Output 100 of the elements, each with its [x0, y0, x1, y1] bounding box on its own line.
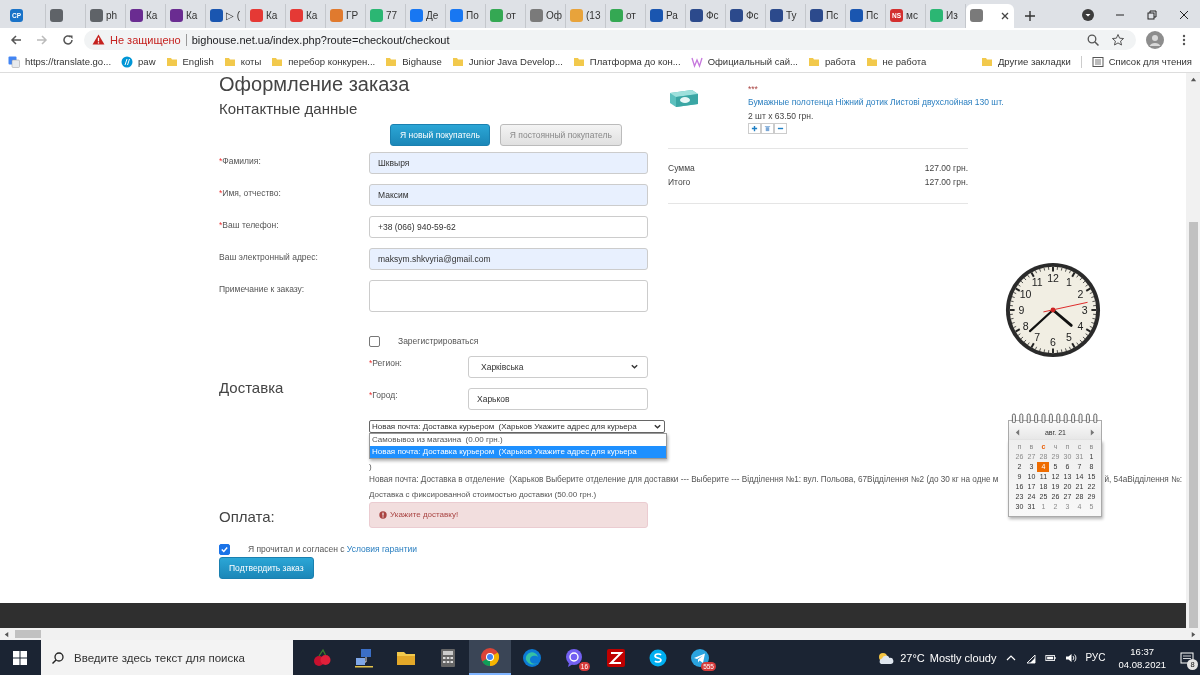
- field-label: Примечание к заказу:: [219, 282, 306, 296]
- input-field[interactable]: Максим: [369, 183, 648, 206]
- taskbar-date[interactable]: 04.08.2021: [1118, 657, 1166, 671]
- browser-tab[interactable]: от: [606, 3, 646, 28]
- total-label: Итого: [668, 175, 691, 189]
- dropdown-option[interactable]: Самовывоз из магазина (0.00 грн.): [370, 433, 666, 446]
- clock-numeral: 6: [1050, 335, 1056, 348]
- input-field[interactable]: Шквыря: [369, 151, 648, 174]
- input-field[interactable]: Харьков: [468, 387, 648, 410]
- checkbox[interactable]: [369, 335, 380, 347]
- total-label: Сумма: [668, 161, 695, 175]
- delivery-select[interactable]: Новая почта: Доставка курьером (Харьков Укажите адрес для курьера: [369, 419, 665, 433]
- weather-temperature[interactable]: 27°C: [900, 651, 925, 664]
- section-title: Оплата:: [219, 506, 276, 527]
- caret-icon[interactable]: [1081, 7, 1095, 22]
- scroll-up-icon[interactable]: [1189, 75, 1197, 83]
- notification-icon[interactable]: [1180, 650, 1194, 665]
- browser-tab[interactable]: Ра: [646, 3, 686, 28]
- chevron-icon: [630, 362, 639, 372]
- increase-button[interactable]: [748, 122, 761, 134]
- zoom-icon[interactable]: [1086, 32, 1100, 47]
- bookmark[interactable]: Junior Java Develop...: [451, 55, 563, 68]
- section-title: Доставка: [219, 377, 285, 398]
- new-tab-icon[interactable]: [1024, 9, 1036, 22]
- volume-icon[interactable]: [1065, 651, 1078, 664]
- reload-icon[interactable]: [61, 32, 75, 47]
- browser-tab[interactable]: Ту: [766, 3, 806, 28]
- browser-tab[interactable]: ▷ (: [206, 3, 246, 28]
- bookmark[interactable]: Другие закладки: [980, 55, 1071, 68]
- clock-numeral: 12: [1047, 272, 1059, 285]
- bookmark[interactable]: перебор конкурен...: [271, 55, 376, 68]
- bookmark[interactable]: Официальный сай...: [690, 55, 798, 68]
- browser-tab[interactable]: Пс: [846, 3, 886, 28]
- checkbox-label: Зарегистрироваться: [398, 336, 479, 347]
- delivery-option-text: й, 54аВідділення №:: [1104, 473, 1183, 486]
- note-field[interactable]: [369, 279, 648, 312]
- input-field[interactable]: +38 (066) 940-59-62: [369, 215, 648, 238]
- globe-icon: [121, 55, 134, 68]
- avatar-icon[interactable]: [1146, 30, 1164, 49]
- browser-tab[interactable]: [966, 3, 1014, 28]
- browser-tab[interactable]: Де: [406, 3, 446, 28]
- folder-icon: [165, 55, 178, 68]
- browser-tab[interactable]: Пс: [806, 3, 846, 28]
- browser-tab[interactable]: По: [446, 3, 486, 28]
- browser-tab[interactable]: Из: [926, 3, 966, 28]
- scroll-thumb[interactable]: [15, 630, 41, 638]
- scroll-left-icon[interactable]: [3, 630, 10, 638]
- scroll-thumb[interactable]: [1188, 221, 1198, 628]
- horizontal-scrollbar[interactable]: [0, 628, 1200, 640]
- browser-tab[interactable]: Ка: [246, 3, 286, 28]
- browser-tab[interactable]: от: [486, 3, 526, 28]
- browser-tab[interactable]: Ка: [286, 3, 326, 28]
- input-field[interactable]: maksym.shkvyria@gmail.com: [369, 247, 648, 270]
- browser-tab[interactable]: Фс: [686, 3, 726, 28]
- bookmark[interactable]: English: [165, 55, 214, 68]
- next-icon[interactable]: [1090, 428, 1096, 436]
- browser-tab[interactable]: Фс: [726, 3, 766, 28]
- reading-list[interactable]: Список для чтения: [1091, 55, 1192, 68]
- product-link[interactable]: Бумажные полотенца Ніжний дотик Листові двухслойная 130 шт.: [748, 96, 1004, 107]
- browser-tab[interactable]: 77: [366, 3, 406, 28]
- clock-numeral: 8: [1022, 319, 1029, 332]
- address-url[interactable]: bighouse.net.ua/index.php?route=checkout/checkout: [191, 33, 450, 46]
- bookmark[interactable]: коты: [223, 55, 262, 68]
- terms-link[interactable]: Условия гарантии: [346, 544, 418, 555]
- bookmark[interactable]: работа: [807, 55, 856, 68]
- list-icon: [1091, 55, 1104, 68]
- decrease-button[interactable]: [774, 122, 787, 134]
- bookmark[interactable]: не работа: [865, 55, 927, 68]
- browser-tab[interactable]: ph: [86, 3, 126, 28]
- restore-icon[interactable]: [1145, 7, 1159, 22]
- back-icon[interactable]: [9, 32, 23, 47]
- previous-icon[interactable]: [1015, 428, 1021, 436]
- taskbar-search-field[interactable]: Введите здесь текст для поиска: [41, 640, 293, 675]
- weather-text[interactable]: Mostly cloudy: [929, 651, 997, 664]
- star-icon[interactable]: [1111, 32, 1125, 47]
- region-select[interactable]: Харківська: [468, 355, 648, 378]
- bookmark[interactable]: Платформа до кон...: [572, 55, 681, 68]
- language-indicator[interactable]: РУС: [1085, 652, 1106, 663]
- scroll-right-icon[interactable]: [1190, 630, 1197, 638]
- chrome-icon: [480, 646, 500, 667]
- browser-tab[interactable]: ГР: [326, 3, 366, 28]
- browser-tab[interactable]: Оф: [526, 3, 566, 28]
- bookmark[interactable]: https://translate.go...: [8, 55, 112, 68]
- total-value: 127.00 грн.: [924, 175, 968, 189]
- clock-numeral: 10: [1019, 287, 1032, 300]
- checkbox[interactable]: [219, 543, 230, 555]
- browser-tab[interactable]: (13: [566, 3, 606, 28]
- delivery-option-text: Новая почта: Доставка в отделение (Харьков Выберите отделение для доставки --- Выберите --- Відділення №1: вул. Польова, 67Відділення №2 (до 30 кг на одне м: [369, 473, 999, 486]
- bookmark[interactable]: paw: [121, 55, 156, 68]
- browser-tab[interactable]: Ка: [126, 3, 166, 28]
- close-icon[interactable]: [1000, 10, 1010, 21]
- browser-tab[interactable]: Ка: [166, 3, 206, 28]
- taskbar-time[interactable]: 16:37: [1130, 644, 1155, 658]
- warning-icon: [92, 34, 105, 46]
- windows-icon[interactable]: [13, 650, 27, 665]
- security-label[interactable]: Не защищено: [110, 33, 181, 46]
- vertical-scrollbar[interactable]: [1186, 72, 1200, 628]
- bookmark[interactable]: Bighause: [385, 55, 442, 68]
- filezilla-icon: [606, 647, 626, 668]
- alert-icon: [379, 510, 387, 519]
